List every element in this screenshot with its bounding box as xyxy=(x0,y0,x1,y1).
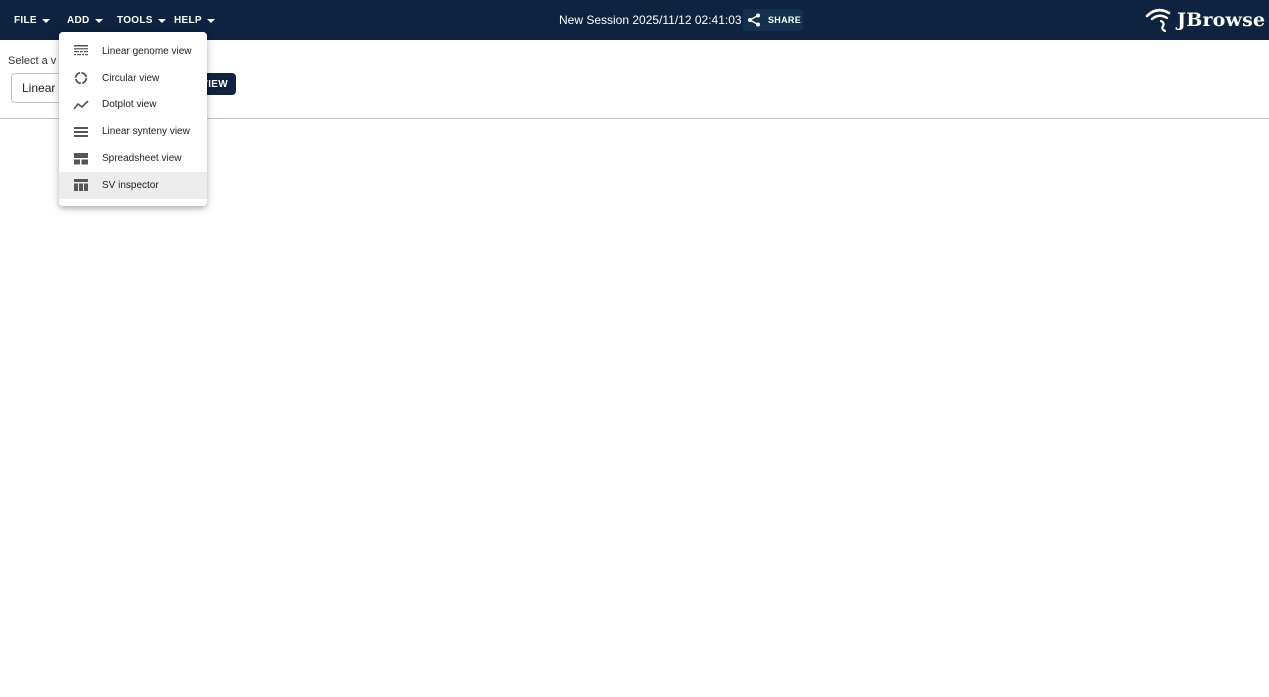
help-menu-label: HELP xyxy=(174,14,202,26)
caret-down-icon xyxy=(157,18,166,23)
linear-genome-icon xyxy=(73,43,89,59)
tools-menu-label: TOOLS xyxy=(117,14,153,26)
synteny-icon xyxy=(73,124,89,140)
caret-down-icon xyxy=(206,18,215,23)
add-dropdown-menu: Linear genome view Circular view Dotplot… xyxy=(59,32,207,206)
view-select-label: Select a v xyxy=(8,55,57,67)
logo-text: JBrowse xyxy=(1177,9,1266,31)
menu-item-label: Circular view xyxy=(102,72,160,84)
sv-inspector-icon xyxy=(73,177,89,193)
menu-item-linear-synteny-view[interactable]: Linear synteny view xyxy=(59,118,207,145)
menu-item-dotplot-view[interactable]: Dotplot view xyxy=(59,92,207,119)
menu-item-label: SV inspector xyxy=(102,179,159,191)
menu-item-label: Linear synteny view xyxy=(102,126,190,138)
menu-item-circular-view[interactable]: Circular view xyxy=(59,65,207,92)
jbrowse-logo-icon xyxy=(1145,8,1171,33)
add-menu-label: ADD xyxy=(67,14,90,26)
menu-item-spreadsheet-view[interactable]: Spreadsheet view xyxy=(59,145,207,172)
share-button[interactable]: SHARE xyxy=(743,9,803,31)
share-label: SHARE xyxy=(768,15,802,25)
spreadsheet-icon xyxy=(73,151,89,167)
menu-item-label: Dotplot view xyxy=(102,99,157,111)
file-menu-button[interactable]: FILE xyxy=(14,0,50,40)
menu-item-linear-genome-view[interactable]: Linear genome view xyxy=(59,38,207,65)
menu-item-sv-inspector[interactable]: SV inspector xyxy=(59,171,207,199)
session-title[interactable]: New Session 2025/11/12 02:41:03 xyxy=(559,0,742,40)
file-menu-label: FILE xyxy=(14,14,37,26)
circular-icon xyxy=(73,70,89,86)
jbrowse-logo: JBrowse xyxy=(1145,7,1265,33)
caret-down-icon xyxy=(94,18,103,23)
caret-down-icon xyxy=(41,18,50,23)
share-icon xyxy=(748,13,760,27)
menu-item-label: Linear genome view xyxy=(102,45,192,57)
menu-item-label: Spreadsheet view xyxy=(102,153,182,165)
dotplot-icon xyxy=(73,97,89,113)
